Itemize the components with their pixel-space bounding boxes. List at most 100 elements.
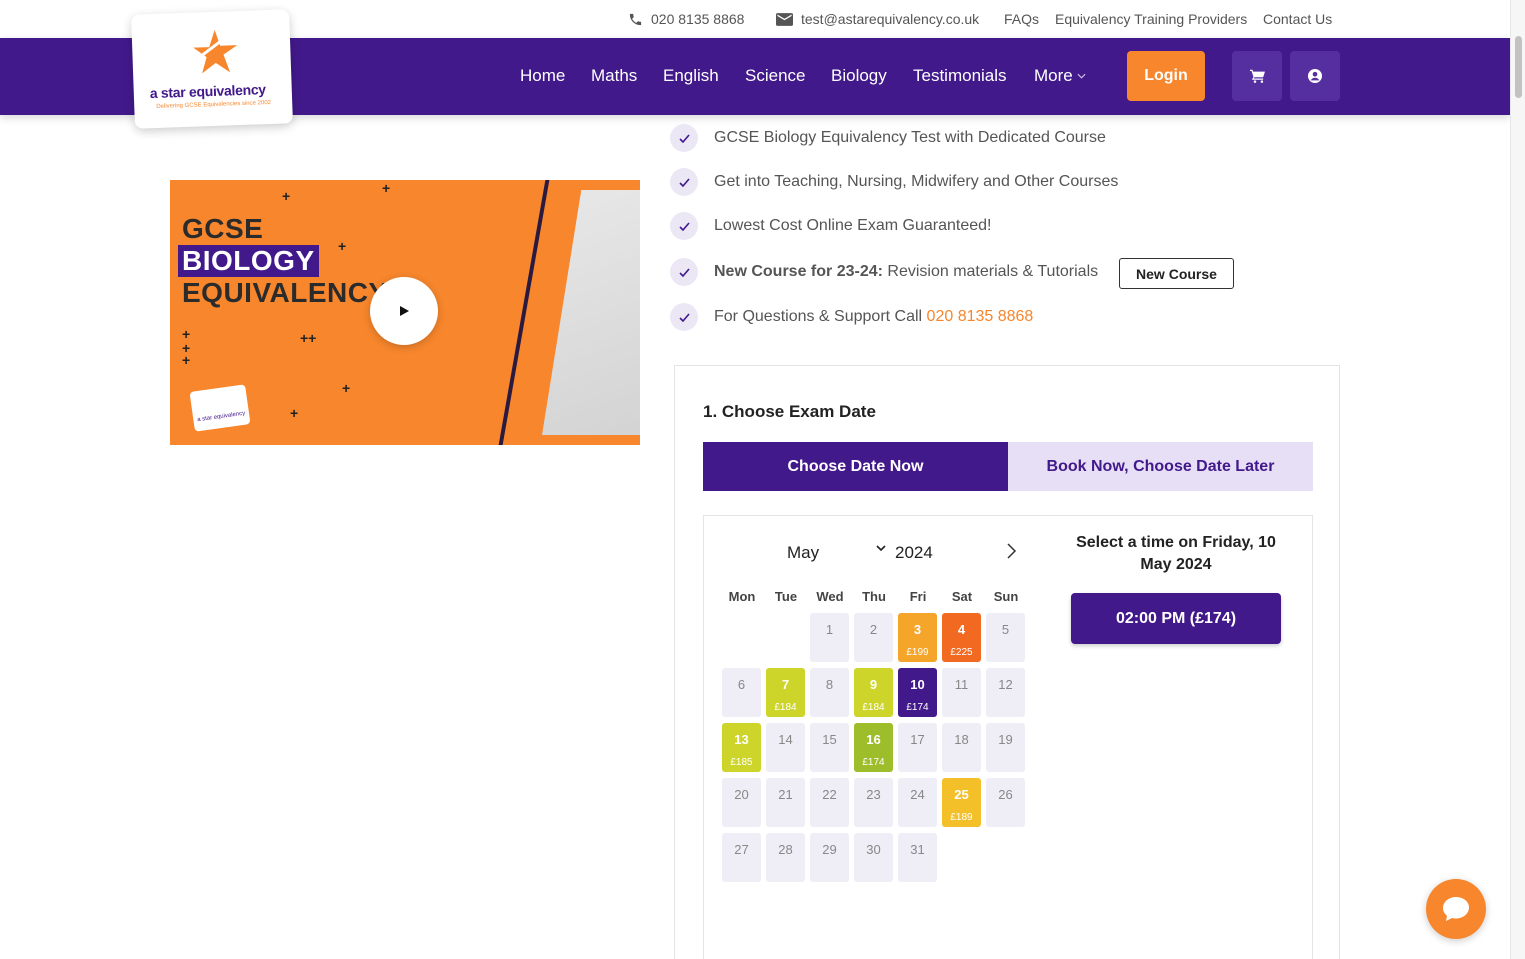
nav-english[interactable]: English: [663, 66, 719, 86]
support-text: For Questions & Support Call: [714, 308, 927, 325]
play-button[interactable]: [370, 277, 438, 345]
course-video-thumbnail[interactable]: GCSE BIOLOGY EQUIVALENCY + + + + + + ++ …: [170, 180, 640, 445]
calendar-day: 20: [722, 778, 761, 827]
nav-science[interactable]: Science: [745, 66, 805, 86]
day-number: 8: [825, 677, 834, 692]
calendar-day: 17: [898, 723, 937, 772]
day-number: 23: [866, 787, 881, 802]
top-contact-link[interactable]: Contact Us: [1263, 11, 1332, 27]
booking-step-title: 1. Choose Exam Date: [703, 402, 876, 421]
day-price: £174: [906, 702, 929, 713]
calendar-day: 23: [854, 778, 893, 827]
chevron-down-icon: [1077, 73, 1086, 79]
nav-home[interactable]: Home: [520, 66, 565, 86]
chevron-right-icon[interactable]: [1004, 542, 1018, 560]
phone-icon: [629, 13, 642, 25]
check-icon: [670, 124, 698, 152]
time-slot-button[interactable]: 02:00 PM (£174): [1071, 593, 1281, 644]
day-number: 31: [910, 842, 925, 857]
nav-testimonials[interactable]: Testimonials: [913, 66, 1007, 86]
calendar-day: 27: [722, 833, 761, 882]
calendar-day: 1: [810, 613, 849, 662]
login-button[interactable]: Login: [1127, 51, 1205, 101]
day-number: 10: [910, 677, 925, 692]
feature-item: Get into Teaching, Nursing, Midwifery an…: [670, 168, 1118, 196]
feature-text: New Course for 23-24: Revision materials…: [714, 263, 1098, 281]
day-number: 9: [869, 677, 878, 692]
chevron-down-icon[interactable]: [876, 545, 886, 552]
calendar-day[interactable]: 25 £189: [942, 778, 981, 827]
tab-choose-date-later[interactable]: Book Now, Choose Date Later: [1008, 442, 1313, 491]
calendar-day: 5: [986, 613, 1025, 662]
check-icon: [670, 258, 698, 286]
video-title-line1: GCSE: [182, 213, 264, 244]
day-price: £184: [862, 702, 885, 713]
calendar-day[interactable]: 7 £184: [766, 668, 805, 717]
logo-tagline: Delivering GCSE Equivalencies since 2002: [156, 99, 272, 110]
feature-bold: New Course for 23-24:: [714, 263, 883, 280]
booking-panel: 1. Choose Exam Date Choose Date Now Book…: [674, 365, 1340, 959]
chat-bubble-icon: [1443, 897, 1469, 921]
top-email-link[interactable]: test@astarequivalency.co.uk: [776, 11, 979, 27]
day-number: 25: [954, 787, 969, 802]
day-number: 1: [825, 622, 834, 637]
day-price: £184: [774, 702, 797, 713]
calendar-day: 24: [898, 778, 937, 827]
day-price: £189: [950, 812, 973, 823]
weekday-label: Mon: [728, 589, 756, 604]
top-providers-link[interactable]: Equivalency Training Providers: [1055, 11, 1247, 27]
nav-biology[interactable]: Biology: [831, 66, 887, 86]
page-scrollbar[interactable]: [1510, 0, 1525, 959]
calendar-day[interactable]: 10 £174: [898, 668, 937, 717]
calendar-day: 29: [810, 833, 849, 882]
year-select[interactable]: 2024: [895, 543, 933, 563]
sparkle-icon: +: [342, 380, 351, 396]
day-number: 13: [734, 732, 749, 747]
calendar-day: 8: [810, 668, 849, 717]
cart-icon: [1249, 69, 1265, 83]
weekday-label: Tue: [774, 589, 798, 604]
chat-widget-button[interactable]: [1426, 879, 1486, 939]
play-icon: [400, 306, 409, 316]
calendar-day[interactable]: 9 £184: [854, 668, 893, 717]
support-phone-link[interactable]: 020 8135 8868: [927, 308, 1034, 325]
day-number: 4: [957, 622, 966, 637]
nav-more[interactable]: More: [1034, 66, 1086, 86]
feature-text: Lowest Cost Online Exam Guaranteed!: [714, 217, 992, 234]
calendar-day[interactable]: 4 £225: [942, 613, 981, 662]
tab-choose-date-now[interactable]: Choose Date Now: [703, 442, 1008, 491]
month-select[interactable]: May: [787, 543, 819, 563]
feature-item: New Course for 23-24: Revision materials…: [670, 258, 1098, 286]
account-button[interactable]: [1290, 51, 1340, 101]
calendar-day[interactable]: 16 £174: [854, 723, 893, 772]
calendar-day[interactable]: 3 £199: [898, 613, 937, 662]
day-number: 22: [822, 787, 837, 802]
feature-item: For Questions & Support Call 020 8135 88…: [670, 303, 1033, 331]
day-number: 12: [998, 677, 1013, 692]
time-slot-heading: Select a time on Friday, 10 May 2024: [1076, 534, 1276, 573]
nav-maths[interactable]: Maths: [591, 66, 637, 86]
calendar-day: 11: [942, 668, 981, 717]
day-number: 14: [778, 732, 793, 747]
page: 020 8135 8868 test@astarequivalency.co.u…: [0, 0, 1525, 959]
day-number: 29: [822, 842, 837, 857]
day-number: 7: [781, 677, 790, 692]
day-price: £225: [950, 647, 973, 658]
top-email-text: test@astarequivalency.co.uk: [801, 11, 980, 27]
sparkle-icon: +: [290, 405, 299, 421]
top-phone-link[interactable]: 020 8135 8868: [628, 11, 744, 27]
sparkle-icon: +: [338, 238, 347, 254]
check-icon: [670, 212, 698, 240]
feature-text: Get into Teaching, Nursing, Midwifery an…: [714, 173, 1119, 190]
scrollbar-thumb[interactable]: [1515, 36, 1522, 98]
day-number: 28: [778, 842, 793, 857]
weekday-label: Sat: [951, 589, 973, 604]
date-mode-tabs: Choose Date Now Book Now, Choose Date La…: [703, 442, 1313, 491]
thumbnail-mini-logo: a star equivalency: [189, 384, 251, 432]
site-logo[interactable]: a star equivalency Delivering GCSE Equiv…: [131, 9, 293, 129]
new-course-button[interactable]: New Course: [1119, 258, 1234, 289]
top-faqs-link[interactable]: FAQs: [1004, 11, 1039, 27]
calendar-day[interactable]: 13 £185: [722, 723, 761, 772]
calendar-day: 18: [942, 723, 981, 772]
cart-button[interactable]: [1232, 51, 1282, 101]
